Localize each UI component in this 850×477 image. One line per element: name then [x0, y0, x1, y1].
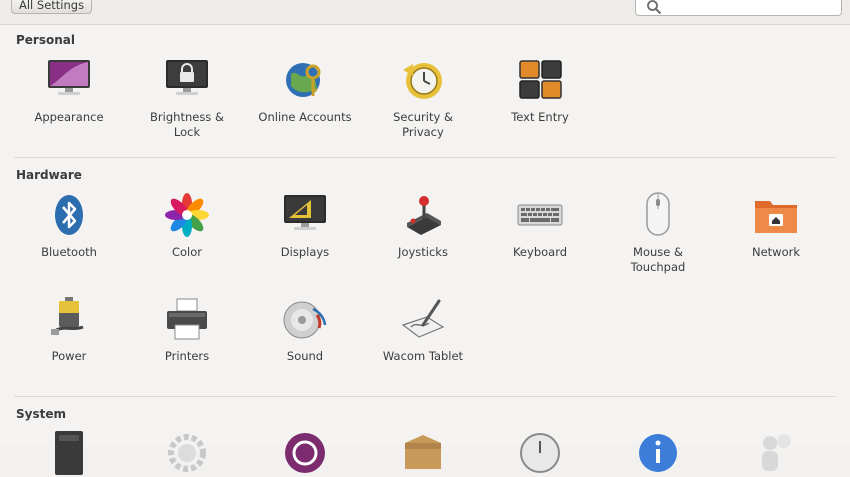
- section-divider: [14, 157, 836, 158]
- setting-label: Online Accounts: [258, 110, 352, 124]
- setting-label: Color: [171, 245, 203, 259]
- toolbar: All Settings: [0, 0, 850, 25]
- setting-power[interactable]: Power: [13, 295, 125, 364]
- hard-drive-icon: [55, 431, 83, 475]
- setting-online-accounts[interactable]: Online Accounts: [249, 56, 361, 125]
- setting-keyboard[interactable]: Keyboard: [484, 191, 596, 260]
- sound-icon: [283, 301, 327, 339]
- setting-system-1[interactable]: [13, 429, 125, 477]
- search-icon: [647, 0, 662, 15]
- settings-panel: Personal Appearance Brightness & Lock On…: [0, 25, 850, 475]
- color-icon: [165, 193, 209, 237]
- setting-system-7[interactable]: [720, 429, 832, 477]
- brightness-lock-icon: [166, 60, 208, 95]
- setting-bluetooth[interactable]: Bluetooth: [13, 191, 125, 260]
- setting-joysticks[interactable]: Joysticks: [367, 191, 479, 260]
- setting-label: Brightness & Lock: [150, 110, 224, 139]
- setting-label: Security & Privacy: [393, 110, 453, 139]
- info-icon: [639, 434, 677, 472]
- setting-system-6[interactable]: [602, 429, 714, 477]
- setting-text-entry[interactable]: Text Entry: [484, 56, 596, 125]
- setting-mouse-touchpad[interactable]: Mouse & Touchpad: [602, 191, 714, 275]
- setting-label: Power: [51, 349, 87, 363]
- text-entry-icon: [519, 60, 562, 99]
- all-settings-button[interactable]: All Settings: [11, 0, 93, 14]
- displays-icon: [284, 195, 326, 230]
- online-accounts-icon: [286, 63, 321, 97]
- setting-label: Appearance: [34, 110, 104, 124]
- network-icon: [755, 201, 797, 233]
- setting-wacom-tablet[interactable]: Wacom Tablet: [367, 295, 479, 364]
- setting-network[interactable]: Network: [720, 191, 832, 260]
- setting-system-3[interactable]: [249, 429, 361, 477]
- setting-label: Text Entry: [511, 110, 569, 124]
- setting-label: Mouse & Touchpad: [630, 245, 686, 274]
- setting-system-4[interactable]: [367, 429, 479, 477]
- section-title-hardware: Hardware: [16, 168, 82, 182]
- setting-security-privacy[interactable]: Security & Privacy: [367, 56, 479, 140]
- search-input[interactable]: [635, 0, 842, 16]
- setting-label: Sound: [286, 349, 324, 363]
- ubuntu-icon: [285, 433, 325, 473]
- setting-displays[interactable]: Displays: [249, 191, 361, 260]
- section-divider: [14, 396, 836, 397]
- setting-label: Joysticks: [398, 245, 448, 259]
- setting-color[interactable]: Color: [131, 191, 243, 260]
- setting-printers[interactable]: Printers: [131, 295, 243, 364]
- keyboard-icon: [517, 204, 563, 226]
- section-title-system: System: [16, 407, 66, 421]
- gear-icon: [168, 434, 206, 472]
- mouse-icon: [646, 192, 670, 236]
- clock-icon: [520, 433, 560, 473]
- setting-appearance[interactable]: Appearance: [13, 56, 125, 125]
- setting-system-5[interactable]: [484, 429, 596, 477]
- package-icon: [405, 435, 441, 469]
- wacom-tablet-icon: [401, 299, 445, 338]
- printer-icon: [167, 298, 207, 340]
- setting-label: Bluetooth: [41, 245, 97, 259]
- power-icon: [51, 297, 84, 335]
- setting-sound[interactable]: Sound: [249, 295, 361, 364]
- users-icon: [762, 434, 791, 471]
- setting-label: Displays: [280, 245, 330, 259]
- bluetooth-icon: [55, 195, 83, 235]
- security-privacy-icon: [403, 63, 442, 99]
- joystick-icon: [407, 196, 441, 235]
- setting-label: Keyboard: [512, 245, 568, 259]
- setting-label: Network: [751, 245, 801, 259]
- setting-label: Printers: [164, 349, 210, 363]
- setting-brightness-lock[interactable]: Brightness & Lock: [131, 56, 243, 140]
- setting-label: Wacom Tablet: [382, 349, 464, 363]
- appearance-icon: [48, 60, 90, 95]
- setting-system-2[interactable]: [131, 429, 243, 477]
- section-title-personal: Personal: [16, 33, 75, 47]
